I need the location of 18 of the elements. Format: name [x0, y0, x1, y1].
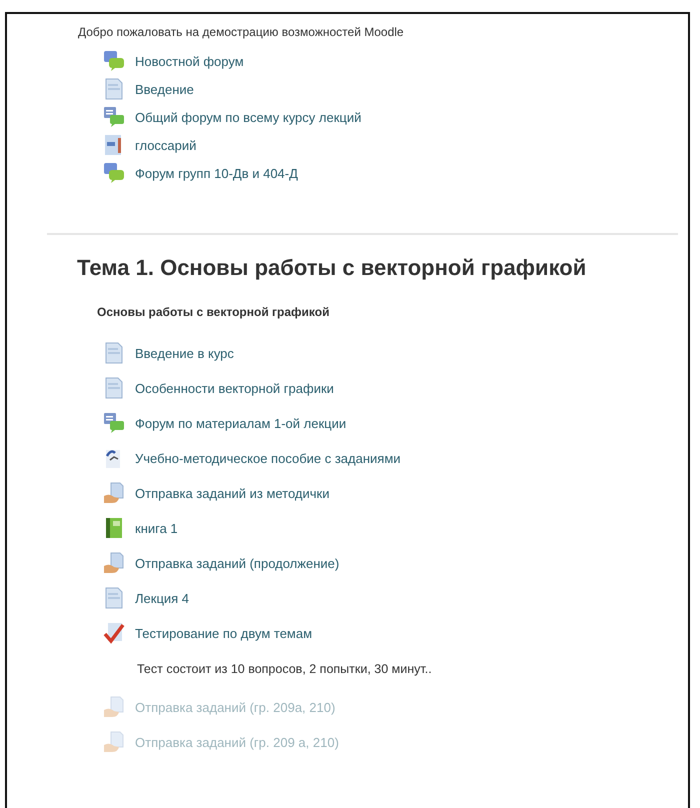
activity-link[interactable]: Введение в курс	[135, 346, 234, 360]
activity-link[interactable]: Учебно-методическое пособие с заданиями	[135, 450, 401, 466]
section-summary: Добро пожаловать на демострацию возможностей Moodle	[78, 25, 405, 39]
activity-link[interactable]: Новостной форум	[135, 54, 244, 68]
activity-link[interactable]: книга 1	[135, 520, 178, 536]
activity-link[interactable]: Общий форум по всему курсу лекций	[135, 110, 362, 124]
activity-link[interactable]: Форум по материалам 1-ой лекции	[135, 416, 346, 430]
activity-link[interactable]: глоссарий	[135, 138, 196, 152]
activity-link[interactable]: Введение	[135, 82, 194, 96]
activity-link[interactable]: Особенности векторной графики	[135, 380, 334, 396]
activity-description: Тест состоит из 10 вопросов, 2 попытки, 30 минут..	[137, 661, 433, 678]
section-summary: Основы работы с векторной графикой	[97, 305, 330, 319]
activity-link[interactable]: Форум групп 10-Дв и 404-Д	[135, 166, 298, 180]
activity-link[interactable]: Тестирование по двум темам	[135, 626, 312, 640]
activity-link[interactable]: Отправка заданий из методички	[135, 486, 330, 500]
activity-link[interactable]: Лекция 4	[135, 590, 190, 606]
activity-link[interactable]: Отправка заданий (продолжение)	[135, 556, 340, 570]
section-heading: Тема 1. Основы работы с векторной графикой	[77, 255, 588, 281]
